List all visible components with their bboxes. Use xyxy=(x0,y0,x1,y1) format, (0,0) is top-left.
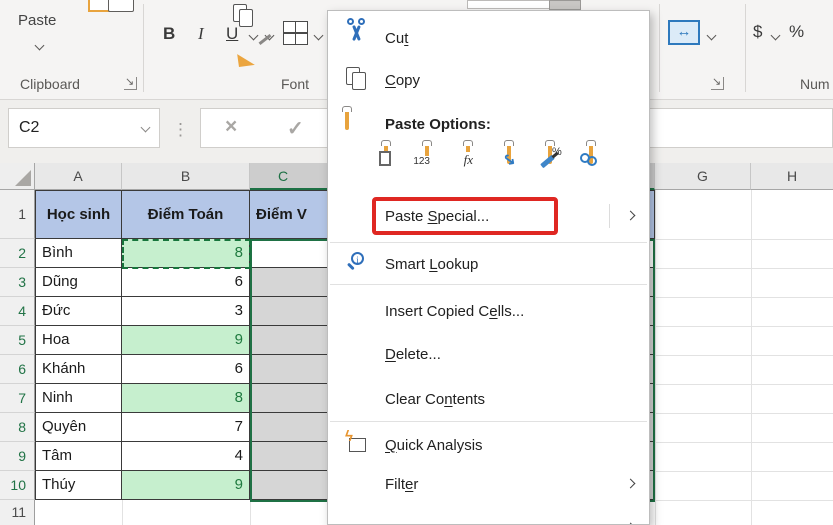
format-painter-icon[interactable] xyxy=(237,34,272,68)
cell-a8[interactable]: Quyên xyxy=(35,413,122,442)
borders-button-icon[interactable] xyxy=(283,21,308,45)
cell-b8[interactable]: 7 xyxy=(122,413,250,442)
name-box-chevron-icon[interactable] xyxy=(140,122,151,133)
merge-center-chevron-icon[interactable] xyxy=(706,30,717,41)
paste-option-formatting-icon[interactable]: % xyxy=(540,140,582,177)
name-box[interactable]: C2 xyxy=(8,108,160,148)
cell-b9[interactable]: 4 xyxy=(122,442,250,471)
cell-a3[interactable]: Dũng xyxy=(35,268,122,297)
ribbon-button-sliver xyxy=(549,0,581,10)
submenu-arrow-icon xyxy=(625,478,636,489)
column-header-b[interactable]: B xyxy=(122,163,250,190)
cancel-icon[interactable]: × xyxy=(225,115,237,139)
cell-b6[interactable]: 6 xyxy=(122,355,250,384)
cell-a9[interactable]: Tâm xyxy=(35,442,122,471)
font-group-label: Font xyxy=(281,76,310,92)
percent-format-button[interactable]: % xyxy=(789,22,804,42)
name-box-value: C2 xyxy=(19,119,40,136)
bold-button[interactable]: B xyxy=(163,24,175,44)
cell-b5[interactable]: 9 xyxy=(122,326,250,355)
paste-option-link-icon[interactable] xyxy=(580,140,623,177)
cell-a4[interactable]: Đức xyxy=(35,297,122,326)
cell-b10[interactable]: 9 xyxy=(122,471,250,500)
cell-a5[interactable]: Hoa xyxy=(35,326,122,355)
menu-item-copy[interactable]: Copy xyxy=(329,61,648,99)
quick-analysis-icon: ϟ xyxy=(345,428,373,458)
formula-bar-resizer[interactable]: ⋮ xyxy=(172,110,189,150)
clipboard-dialog-launcher-icon[interactable]: ↘ xyxy=(124,77,137,90)
row-header-9[interactable]: 9 xyxy=(0,442,35,471)
paste-options-icon xyxy=(342,106,373,137)
cell-a6[interactable]: Khánh xyxy=(35,355,122,384)
currency-format-button[interactable]: $ xyxy=(753,22,762,42)
copy-icon xyxy=(345,67,373,93)
enter-icon[interactable]: ✓ xyxy=(287,116,304,141)
paste-option-formulas-icon[interactable]: fx xyxy=(463,140,500,177)
menu-item-insert-copied-cells[interactable]: Insert Copied Cells... xyxy=(329,292,648,330)
row-header-3[interactable]: 3 xyxy=(0,268,35,297)
menu-item-cut[interactable]: Cut xyxy=(329,18,648,57)
menu-item-clear-contents[interactable]: Clear Contents xyxy=(329,380,648,418)
number-group-label: Num xyxy=(800,76,830,92)
row-header-11[interactable]: 11 xyxy=(0,500,35,525)
currency-chevron-icon[interactable] xyxy=(770,30,781,41)
row-header-7[interactable]: 7 xyxy=(0,384,35,413)
paste-option-transpose-icon[interactable]: ↪ xyxy=(499,140,541,177)
menu-item-delete[interactable]: Delete... xyxy=(329,335,648,373)
alignment-dialog-launcher-icon[interactable]: ↘ xyxy=(711,77,724,90)
paste-button[interactable]: Paste xyxy=(18,12,56,29)
cell-b7[interactable]: 8 xyxy=(122,384,250,413)
smart-lookup-icon: i xyxy=(345,251,373,277)
row-header-2[interactable]: 2 xyxy=(0,239,35,268)
paste-button-icon-page xyxy=(108,0,134,12)
underline-button[interactable]: U xyxy=(226,24,238,44)
cell-a10[interactable]: Thúy xyxy=(35,471,122,500)
column-header-g[interactable]: G xyxy=(655,163,751,190)
context-menu: Cut Copy Paste Options: 123 fx ↪ % Paste… xyxy=(327,10,650,525)
borders-chevron-icon[interactable] xyxy=(313,30,324,41)
row-header-10[interactable]: 10 xyxy=(0,471,35,500)
paste-option-values-icon[interactable]: 123 xyxy=(412,140,459,177)
select-all-corner[interactable] xyxy=(0,163,35,190)
menu-item-filter[interactable]: Filter xyxy=(329,465,648,503)
row-header-6[interactable]: 6 xyxy=(0,355,35,384)
menu-item-partial[interactable] xyxy=(329,509,648,524)
clipboard-group-label: Clipboard xyxy=(20,76,80,92)
row-header-1[interactable]: 1 xyxy=(0,190,35,239)
menu-paste-options-label: Paste Options: xyxy=(329,106,648,141)
cell-b2[interactable]: 8 xyxy=(122,239,250,268)
select-all-triangle-icon xyxy=(15,170,31,186)
italic-button[interactable]: I xyxy=(198,24,204,44)
menu-item-smart-lookup[interactable]: i Smart Lookup xyxy=(329,245,648,283)
cut-icon xyxy=(345,18,373,51)
row-header-4[interactable]: 4 xyxy=(0,297,35,326)
cell-a2[interactable]: Bình xyxy=(35,239,122,268)
row-header-5[interactable]: 5 xyxy=(0,326,35,355)
cell-a7[interactable]: Ninh xyxy=(35,384,122,413)
menu-item-quick-analysis[interactable]: ϟ Quick Analysis xyxy=(329,426,648,464)
menu-item-paste-special[interactable]: Paste Special... xyxy=(329,197,648,235)
cell-b1[interactable]: Điểm Toán xyxy=(122,190,250,239)
column-header-a[interactable]: A xyxy=(35,163,122,190)
cell-b4[interactable]: 3 xyxy=(122,297,250,326)
submenu-arrow-icon xyxy=(625,210,636,221)
row-header-8[interactable]: 8 xyxy=(0,413,35,442)
column-header-h[interactable]: H xyxy=(751,163,833,190)
cell-b3[interactable]: 6 xyxy=(122,268,250,297)
cell-a1[interactable]: Học sinh xyxy=(35,190,122,239)
merge-center-button-icon[interactable]: ↔ xyxy=(668,20,700,45)
paste-dropdown-chevron-icon[interactable] xyxy=(34,40,45,51)
